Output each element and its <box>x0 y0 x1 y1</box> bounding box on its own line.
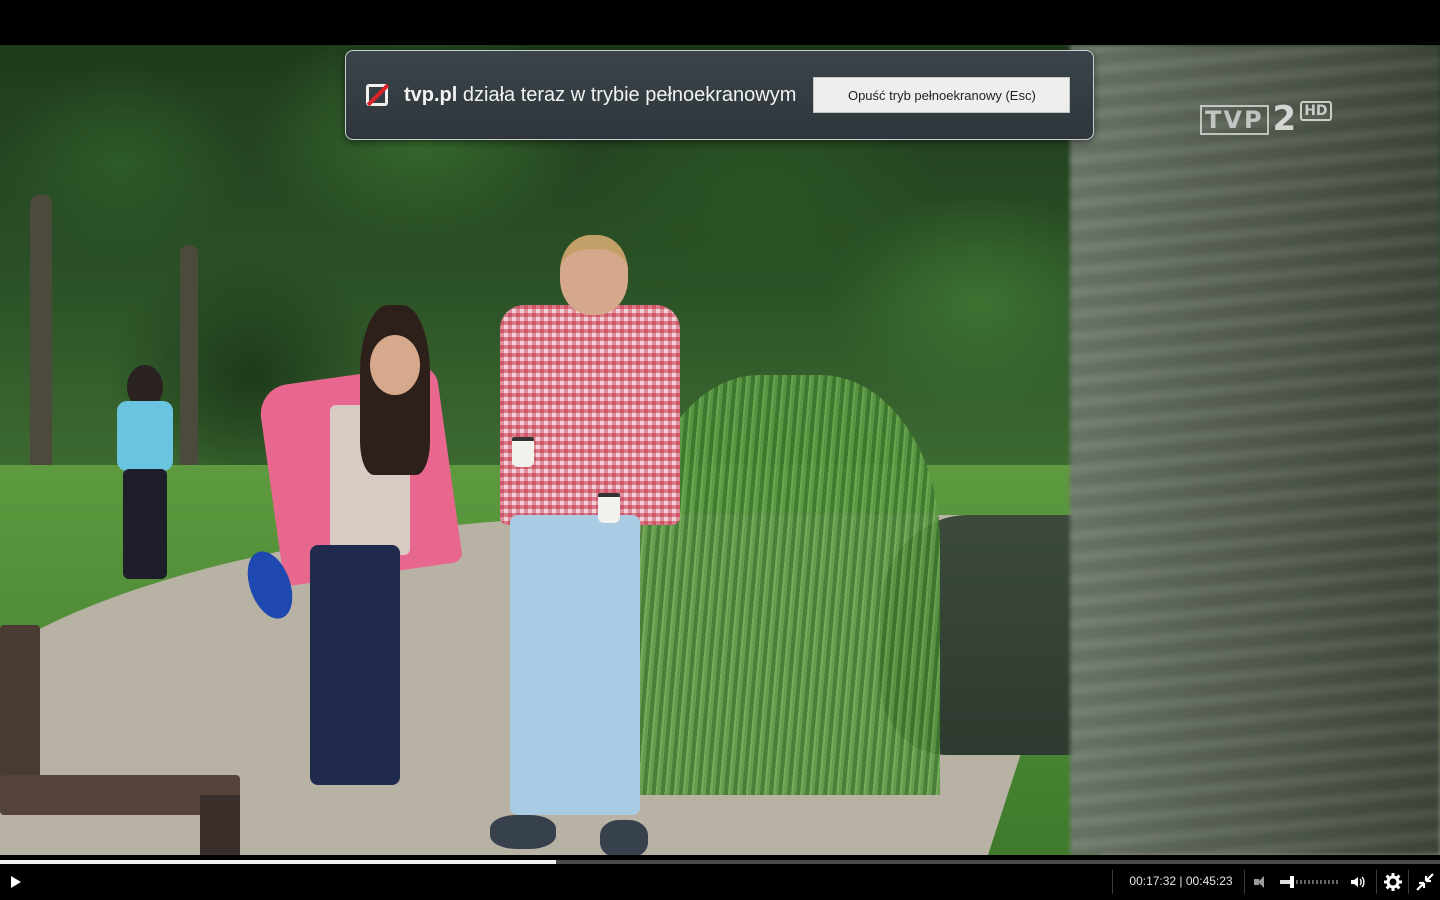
divider <box>1244 870 1245 894</box>
channel-logo-tvp: TVP <box>1200 105 1269 135</box>
settings-gear-icon[interactable] <box>1384 873 1402 891</box>
fullscreen-domain: tvp.pl <box>404 83 458 106</box>
foreground-tree-trunk <box>1070 45 1440 855</box>
jogger <box>105 365 185 585</box>
fullscreen-message-text: działa teraz w trybie pełnoekranowym <box>457 83 797 106</box>
woman-in-pink-jacket <box>239 305 480 825</box>
exit-fullscreen-button[interactable]: Opuść tryb pełnoekranowy (Esc) <box>813 77 1071 113</box>
channel-logo: TVP 2 HD <box>1200 99 1332 139</box>
volume-level <box>1280 880 1291 884</box>
player-controls: 00:17:32 | 00:45:23 <box>0 864 1440 900</box>
fullscreen-warning-icon <box>366 83 390 107</box>
park-bench <box>0 625 240 855</box>
volume-slider[interactable] <box>1280 876 1340 888</box>
time-display: 00:17:32 | 00:45:23 <box>1129 874 1233 888</box>
divider <box>1408 870 1409 894</box>
volume-high-icon[interactable] <box>1350 874 1366 890</box>
channel-logo-number: 2 <box>1272 99 1297 139</box>
fullscreen-notification: tvp.pl działa teraz w trybie pełnoekrano… <box>345 50 1094 140</box>
video-frame[interactable]: TVP 2 HD <box>0 45 1440 855</box>
divider <box>1112 870 1113 894</box>
fullscreen-message: tvp.pl działa teraz w trybie pełnoekrano… <box>404 84 796 107</box>
play-icon[interactable] <box>8 875 22 889</box>
fullscreen-exit-icon[interactable] <box>1416 873 1434 891</box>
man-in-checked-shirt <box>480 235 690 855</box>
volume-knob[interactable] <box>1290 876 1295 888</box>
channel-logo-hd: HD <box>1300 101 1332 121</box>
coffee-cup <box>512 437 534 467</box>
volume-low-icon[interactable] <box>1254 875 1268 889</box>
coffee-cup <box>598 493 620 523</box>
divider <box>1376 870 1377 894</box>
